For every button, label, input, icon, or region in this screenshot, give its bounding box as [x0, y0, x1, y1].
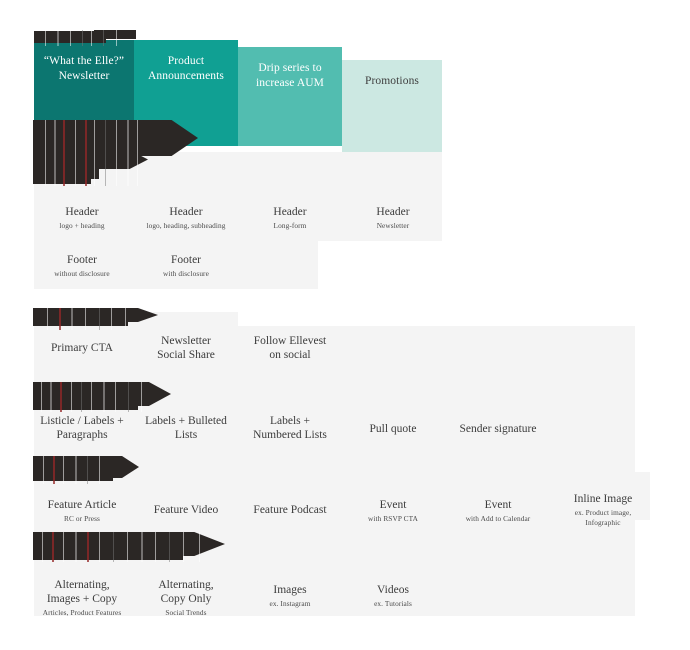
module-cell[interactable]: Alternating, Copy Only Social Trends: [136, 578, 236, 618]
content-modules-section: Primary CTA Newsletter Social Share Foll…: [0, 300, 690, 630]
module-subtitle: logo, heading, subheading: [146, 221, 226, 230]
module-subtitle: logo + heading: [59, 221, 105, 230]
module-cell[interactable]: Alternating, Images + Copy Articles, Pro…: [32, 578, 132, 618]
module-title: Alternating, Images + Copy: [46, 579, 118, 605]
module-title: Header: [376, 206, 410, 218]
funnel-stage-label: Drip series to increase AUM: [256, 62, 324, 89]
funnel-stage-product-announcements[interactable]: Product Announcements: [134, 40, 238, 146]
module-title: Header: [65, 206, 99, 218]
module-title: Feature Video: [153, 504, 219, 516]
module-subtitle: Newsletter: [376, 221, 410, 230]
module-cell[interactable]: Header Newsletter: [344, 205, 442, 231]
module-subtitle: with Add to Calendar: [465, 514, 531, 523]
module-subtitle: ex. Instagram: [269, 599, 311, 608]
module-title: Labels + Bulleted Lists: [145, 415, 227, 441]
funnel-stage-label: Promotions: [364, 75, 420, 87]
module-title: Videos: [377, 584, 409, 596]
module-cell[interactable]: Images ex. Instagram: [240, 583, 340, 609]
funnel-stage-newsletter[interactable]: “What the Elle?” Newsletter: [34, 40, 134, 152]
funnel-stage-label: “What the Elle?” Newsletter: [43, 55, 125, 82]
module-title: Footer: [170, 254, 202, 266]
module-cell[interactable]: Newsletter Social Share: [136, 334, 236, 362]
module-cell[interactable]: Labels + Numbered Lists: [240, 414, 340, 442]
module-cell[interactable]: Footer without disclosure: [34, 253, 130, 279]
module-title: Listicle / Labels + Paragraphs: [40, 415, 124, 441]
module-subtitle: RC or Press: [64, 514, 100, 523]
module-title: Header: [169, 206, 203, 218]
module-cell[interactable]: Event with RSVP CTA: [344, 498, 442, 524]
module-cell[interactable]: Header Long-form: [240, 205, 340, 231]
module-title: Labels + Numbered Lists: [253, 415, 327, 441]
module-cell[interactable]: Follow Ellevest on social: [240, 334, 340, 362]
module-cell[interactable]: Primary CTA: [34, 341, 130, 355]
module-title: Alternating, Copy Only: [158, 579, 214, 605]
module-cell[interactable]: Header logo + heading: [34, 205, 130, 231]
module-subtitle: ex. Tutorials: [374, 599, 412, 608]
campaign-funnel-section: “What the Elle?” Newsletter Product Anno…: [0, 0, 690, 300]
module-cell[interactable]: Sender signature: [446, 422, 550, 436]
module-cell[interactable]: Event with Add to Calendar: [446, 498, 550, 524]
module-title: Sender signature: [459, 423, 537, 435]
module-title: Images: [273, 584, 307, 596]
module-title: Event: [379, 499, 407, 511]
module-cell[interactable]: Feature Video: [136, 503, 236, 517]
module-title: Feature Podcast: [253, 504, 327, 516]
module-title: Pull quote: [369, 423, 417, 435]
funnel-stage-drip-series[interactable]: Drip series to increase AUM: [238, 47, 342, 146]
module-cell[interactable]: Pull quote: [344, 422, 442, 436]
module-cell[interactable]: Feature Article RC or Press: [34, 498, 130, 524]
module-title: Header: [273, 206, 307, 218]
module-subtitle: ex. Product image, Infographic: [574, 508, 632, 527]
module-subtitle: Long-form: [273, 221, 307, 230]
module-cell[interactable]: Feature Podcast: [240, 503, 340, 517]
module-subtitle: with disclosure: [163, 269, 209, 278]
module-cell[interactable]: Inline Image ex. Product image, Infograp…: [556, 492, 650, 528]
funnel-stage-promotions[interactable]: Promotions: [342, 60, 442, 152]
module-title: Newsletter Social Share: [157, 335, 215, 361]
module-title: Primary CTA: [50, 342, 113, 354]
module-cell[interactable]: Videos ex. Tutorials: [344, 583, 442, 609]
module-title: Footer: [66, 254, 98, 266]
funnel-stage-label: Product Announcements: [147, 55, 225, 82]
module-subtitle: without disclosure: [54, 269, 110, 278]
module-title: Event: [484, 499, 512, 511]
module-cell[interactable]: Footer with disclosure: [134, 253, 238, 279]
module-subtitle: with RSVP CTA: [368, 514, 418, 523]
module-cell[interactable]: Labels + Bulleted Lists: [136, 414, 236, 442]
module-title: Feature Article: [47, 499, 117, 511]
module-cell[interactable]: Header logo, heading, subheading: [134, 205, 238, 231]
module-title: Follow Ellevest on social: [253, 335, 327, 361]
module-cell[interactable]: Listicle / Labels + Paragraphs: [31, 414, 133, 442]
module-title: Inline Image: [573, 493, 633, 505]
cta-row-panel-left: [34, 312, 238, 328]
module-subtitle: Articles, Product Features: [42, 608, 122, 617]
module-subtitle: Social Trends: [165, 608, 207, 617]
